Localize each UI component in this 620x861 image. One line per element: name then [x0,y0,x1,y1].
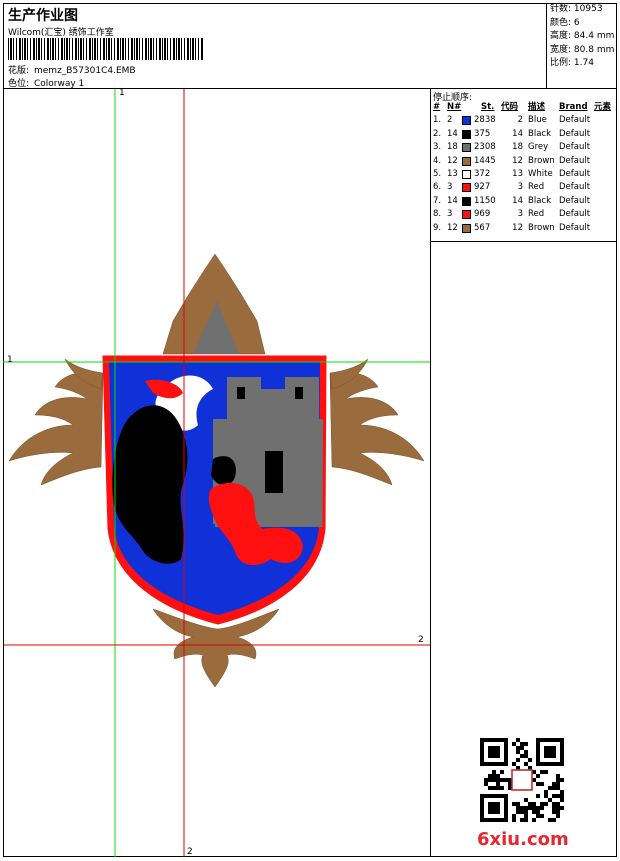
table-row: 6. 3 927 3 Red Default [433,182,591,193]
design-canvas: 1 1 2 2 [3,88,430,857]
table-row: 9. 12 567 12 Brown Default [433,222,591,233]
design-file-name: memz_B57301C4.EMB [34,66,136,76]
header: 生产作业图 Wilcom(汇宝) 绣饰工作室 花版: memz_B57301C4.… [3,3,617,89]
stat-colors: 颜色: 6 [550,17,580,28]
color-swatch [462,169,471,179]
panel-divider [431,241,616,242]
colorway-row: 色位: Colorway 1 [8,76,84,89]
studio-subtitle: Wilcom(汇宝) 绣饰工作室 [8,28,114,38]
guide-label-h1: 1 [7,355,13,365]
guide-label-v1: 1 [119,88,125,98]
color-swatch [462,156,471,166]
design-stats: 针数: 10953 颜色: 6 高度: 84.4 mm 宽度: 80.8 mm … [546,3,618,88]
design-file-row: 花版: memz_B57301C4.EMB [8,63,136,76]
guide-label-v2: 2 [187,847,193,857]
page-title: 生产作业图 [8,8,78,24]
table-row: 3. 18 2308 18 Grey Default [433,142,591,153]
table-header: # N# St. 代码 描述 Brand 元素 [433,102,612,112]
stat-height: 高度: 84.4 mm [550,31,615,41]
table-row: 5. 13 372 13 White Default [433,168,591,179]
color-swatch [462,129,471,139]
castle-door [265,451,283,493]
color-swatch [462,196,471,206]
table-row: 2. 14 375 14 Black Default [433,128,591,139]
barcode [8,38,204,60]
color-swatch [462,183,471,193]
stat-stitches: 针数: 10953 [550,4,603,14]
colorway-name: Colorway 1 [34,79,85,89]
stop-sequence-table: # N# St. 代码 描述 Brand 元素 1. 2 2838 2 Blue Defa… [431,101,616,235]
table-row: 8. 3 969 3 Red Default [433,209,591,220]
colorway-label: 色位: [8,79,30,89]
stat-width: 宽度: 80.8 mm [550,44,615,55]
guide-label-h2: 2 [418,635,424,645]
color-swatch [462,210,471,220]
color-swatch [462,143,471,153]
stat-scale: 比例: 1.74 [550,58,594,68]
table-row: 1. 2 2838 2 Blue Default [433,115,591,126]
color-swatch [462,223,471,233]
shield [102,355,327,625]
color-swatch [462,116,471,126]
qr-code [480,738,564,822]
table-row: 7. 14 1150 14 Black Default [433,195,591,206]
embroidery-design [3,89,430,857]
table-row: 4. 12 1445 12 Brown Default [433,155,591,166]
design-label: 花版: [8,66,30,76]
watermark-logo: 6xiu.com [477,829,569,850]
